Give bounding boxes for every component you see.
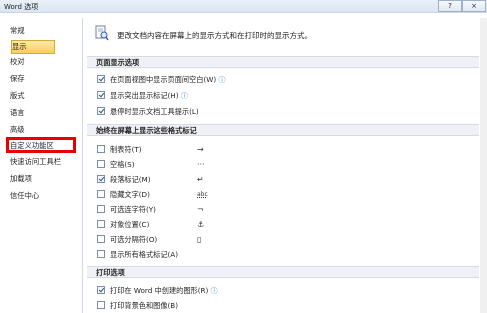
page-display-section-header: 页面显示选项 bbox=[87, 56, 479, 68]
option-label: 显示所有格式标记(A) bbox=[110, 250, 179, 259]
hidden-text-symbol-icon: abc bbox=[197, 191, 208, 198]
checkbox[interactable] bbox=[97, 145, 105, 153]
option-label: 打印背景色和图像(B) bbox=[110, 301, 179, 310]
option-label: 在页面视图中显示页面间空白(W) bbox=[110, 75, 217, 84]
page-description: 更改文档内容在屏幕上的显示方式和在打印时的显示方式。 bbox=[117, 31, 312, 40]
checkbox[interactable] bbox=[97, 205, 105, 213]
option-label: 隐藏文字(D) bbox=[110, 190, 150, 199]
close-button[interactable]: × bbox=[462, 0, 486, 12]
checkbox[interactable] bbox=[97, 235, 105, 243]
scrollbar[interactable] bbox=[480, 18, 487, 313]
option-label: 可选连字符(Y) bbox=[110, 205, 156, 214]
info-icon: ⓘ bbox=[218, 76, 226, 84]
sidebar-item-quick-access-toolbar[interactable]: 快速访问工具栏 bbox=[10, 156, 78, 168]
sidebar-item-save[interactable]: 保存 bbox=[10, 73, 78, 85]
anchor-icon: ⚓ bbox=[197, 220, 205, 229]
checkbox[interactable] bbox=[97, 107, 105, 115]
sidebar-item-proofing[interactable]: 校对 bbox=[10, 56, 78, 68]
print-options-section-header: 打印选项 bbox=[87, 266, 479, 278]
option-label: 显示突出显示标记(H) bbox=[110, 91, 179, 100]
help-button[interactable]: ? bbox=[438, 0, 462, 12]
checkbox[interactable] bbox=[97, 160, 105, 168]
sidebar-item-layout[interactable]: 版式 bbox=[10, 90, 78, 102]
options-sidebar: 常规 显示 校对 保存 版式 语言 高级 自定义功能区 快速访问工具栏 加载项 … bbox=[4, 18, 83, 313]
option-label: 空格(S) bbox=[110, 160, 135, 169]
checkbox[interactable] bbox=[97, 301, 105, 309]
option-label: 打印在 Word 中创建的图形(R) bbox=[110, 286, 209, 295]
sidebar-item-display[interactable]: 显示 bbox=[11, 40, 55, 54]
break-symbol-icon: ▯ bbox=[197, 235, 202, 244]
checkbox[interactable] bbox=[97, 91, 105, 99]
option-label: 悬停时显示文档工具提示(L) bbox=[110, 107, 199, 116]
option-label: 可选分隔符(O) bbox=[110, 235, 158, 244]
word-options-dialog: Word 选项 ? × 常规 显示 校对 保存 版式 语言 高级 自定义功能区 … bbox=[0, 0, 487, 313]
checkbox[interactable] bbox=[97, 250, 105, 258]
sidebar-item-advanced[interactable]: 高级 bbox=[10, 124, 78, 136]
title-bar: Word 选项 ? × bbox=[0, 0, 487, 13]
info-icon: ⓘ bbox=[180, 92, 188, 100]
option-label: 对象位置(C) bbox=[110, 220, 150, 229]
sidebar-item-general[interactable]: 常规 bbox=[10, 25, 78, 37]
checkbox[interactable] bbox=[97, 220, 105, 228]
checkbox[interactable] bbox=[97, 286, 105, 294]
document-magnifier-icon bbox=[95, 25, 109, 41]
sidebar-item-trust-center[interactable]: 信任中心 bbox=[10, 190, 78, 202]
info-icon: ⓘ bbox=[210, 287, 218, 295]
checkbox[interactable] bbox=[97, 75, 105, 83]
space-symbol-icon: ··· bbox=[197, 160, 205, 169]
format-marks-section-header: 始终在屏幕上显示这些格式标记 bbox=[87, 124, 479, 136]
tab-symbol-icon: → bbox=[197, 145, 204, 154]
sidebar-item-addins[interactable]: 加载项 bbox=[10, 173, 78, 185]
sidebar-item-language[interactable]: 语言 bbox=[10, 107, 78, 119]
option-label: 段落标记(M) bbox=[110, 175, 151, 184]
hyphen-symbol-icon: ¬ bbox=[197, 205, 204, 214]
checkbox[interactable] bbox=[97, 175, 105, 183]
option-label: 制表符(T) bbox=[110, 145, 142, 154]
display-options-panel: 更改文档内容在屏幕上的显示方式和在打印时的显示方式。 页面显示选项 在页面视图中… bbox=[87, 18, 479, 313]
checkbox[interactable] bbox=[97, 190, 105, 198]
paragraph-symbol-icon: ↵ bbox=[197, 175, 204, 184]
window-title: Word 选项 bbox=[4, 3, 39, 11]
highlight-box bbox=[6, 137, 76, 153]
